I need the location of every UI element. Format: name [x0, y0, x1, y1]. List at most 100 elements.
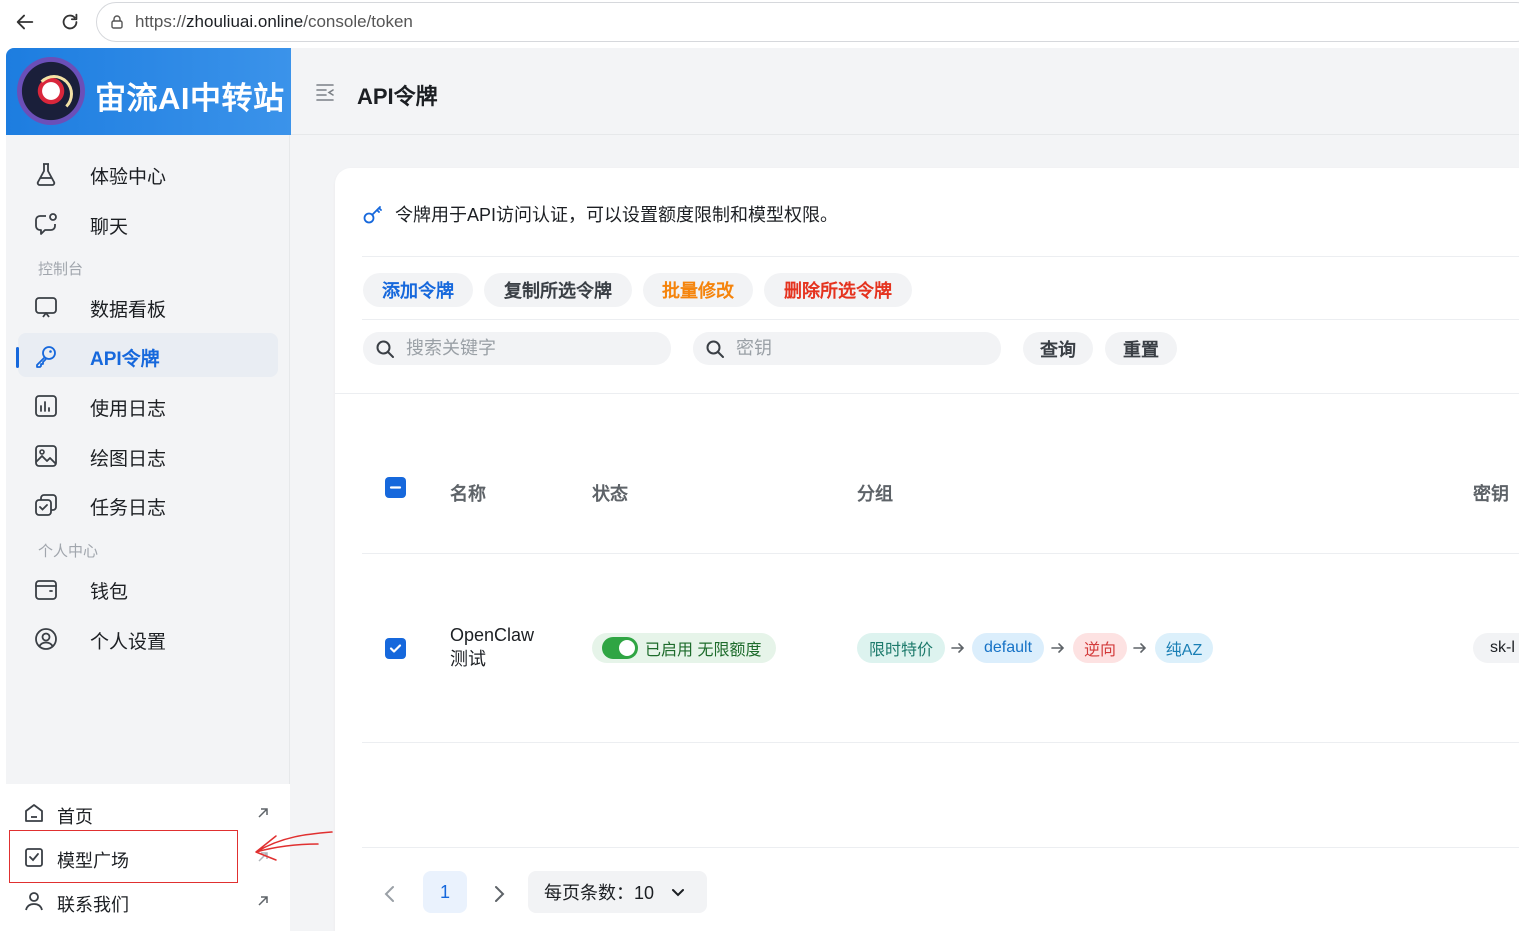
page-title: API令牌 — [357, 84, 438, 109]
annotation-highlight-box — [9, 830, 238, 883]
sidebar-item-label: 钱包 — [90, 582, 129, 603]
browser-toolbar: https://zhouliuai.online/console/token — [0, 0, 1519, 44]
group-tag: 纯AZ — [1155, 633, 1213, 663]
page-size-label: 每页条数：10 — [544, 883, 655, 903]
table-header-divider — [362, 553, 1519, 554]
sidebar-item-settings[interactable]: 个人设置 — [18, 616, 278, 660]
group-tag: 限时特价 — [857, 633, 945, 663]
external-link-icon — [258, 896, 268, 906]
enable-toggle[interactable] — [602, 637, 638, 659]
collapse-sidebar-icon[interactable] — [313, 80, 337, 104]
link-label: 首页 — [57, 807, 93, 827]
token-name: OpenClaw 测试 — [450, 623, 534, 671]
info-notice: 令牌用于API访问认证，可以设置额度限制和模型权限。 — [362, 201, 838, 227]
user-circle-icon — [35, 628, 57, 650]
column-header-status[interactable]: 状态 — [592, 480, 628, 506]
group-tag: 逆向 — [1073, 633, 1127, 663]
sidebar-item-drawing-log[interactable]: 绘图日志 — [18, 433, 278, 477]
section-label-personal: 个人中心 — [38, 543, 99, 560]
brand-name: 宙流AI中转站 — [95, 81, 285, 116]
sidebar-item-label: 聊天 — [90, 217, 129, 238]
chat-icon — [35, 213, 57, 235]
query-button[interactable]: 查询 — [1023, 332, 1093, 365]
token-card: 令牌用于API访问认证，可以设置额度限制和模型权限。 添加令牌 复制所选令牌 批… — [335, 168, 1519, 931]
task-icon — [35, 494, 57, 516]
url-scheme: https:// — [135, 12, 187, 31]
notice-text: 令牌用于API访问认证，可以设置额度限制和模型权限。 — [395, 205, 839, 225]
sidebar-item-label: 数据看板 — [90, 300, 167, 321]
user-icon — [25, 892, 43, 911]
add-token-button[interactable]: 添加令牌 — [363, 273, 473, 307]
chart-log-icon — [35, 395, 57, 417]
site-info-icon[interactable] — [109, 14, 125, 30]
brand-header[interactable]: 宙流AI中转站 — [6, 48, 291, 135]
batch-edit-button[interactable]: 批量修改 — [643, 273, 753, 307]
arrow-right-icon — [1051, 643, 1065, 653]
section-label-console: 控制台 — [38, 261, 84, 278]
sidebar-item-label: API令牌 — [90, 349, 160, 370]
reload-button[interactable] — [56, 8, 84, 36]
page-1-button[interactable]: 1 — [423, 871, 467, 913]
app-window: 宙流AI中转站 体验中心 聊天 控制台 数据看板 API令牌 使用日志 绘图日志 — [6, 48, 1519, 931]
row-divider — [362, 742, 1519, 743]
reload-icon — [62, 13, 78, 30]
status-badge: 已启用 无限额度 — [592, 633, 776, 663]
link-contact[interactable]: 联系我们 — [6, 881, 290, 921]
keyword-search-field[interactable] — [363, 332, 671, 365]
brand-logo — [17, 57, 85, 125]
copy-selected-button[interactable]: 复制所选令牌 — [484, 273, 632, 307]
status-text: 已启用 无限额度 — [645, 642, 762, 659]
sidebar-item-api-tokens[interactable]: API令牌 — [18, 333, 278, 377]
minus-icon — [389, 486, 402, 489]
column-header-name[interactable]: 名称 — [450, 480, 486, 506]
divider — [362, 256, 1519, 257]
delete-selected-button[interactable]: 删除所选令牌 — [764, 273, 912, 307]
address-bar[interactable]: https://zhouliuai.online/console/token — [96, 2, 1519, 42]
sidebar-item-label: 个人设置 — [90, 632, 167, 653]
key-icon — [363, 206, 382, 224]
annotation-arrow-icon — [255, 831, 333, 861]
external-link-icon — [258, 808, 268, 818]
next-page-icon[interactable] — [488, 883, 510, 905]
page-size-select[interactable]: 每页条数：10 — [528, 871, 707, 913]
wallet-icon — [35, 580, 57, 600]
active-indicator — [16, 347, 19, 368]
sidebar-item-label: 体验中心 — [90, 167, 167, 188]
select-all-checkbox[interactable] — [385, 477, 406, 498]
token-name-line: OpenClaw — [450, 625, 535, 645]
link-label: 联系我们 — [57, 895, 129, 915]
reset-button[interactable]: 重置 — [1105, 332, 1177, 365]
key-search-input[interactable] — [736, 338, 976, 359]
sidebar-item-dashboard[interactable]: 数据看板 — [18, 284, 278, 328]
url-host: zhouliuai.online — [186, 12, 304, 31]
monitor-icon — [35, 297, 57, 318]
sidebar-item-label: 绘图日志 — [90, 449, 167, 470]
keyword-search-input[interactable] — [406, 338, 646, 359]
divider — [335, 393, 1519, 394]
divider — [362, 847, 1519, 848]
arrow-right-icon — [951, 643, 965, 653]
key-search-field[interactable] — [693, 332, 1001, 365]
prev-page-icon[interactable] — [379, 883, 401, 905]
key-icon — [36, 346, 56, 368]
chevron-down-icon — [672, 889, 685, 897]
back-button[interactable] — [11, 8, 39, 36]
row-checkbox[interactable] — [385, 638, 406, 659]
sidebar-item-playground[interactable]: 体验中心 — [18, 151, 278, 195]
flask-icon — [36, 163, 56, 186]
arrow-right-icon — [1133, 643, 1147, 653]
column-header-group[interactable]: 分组 — [857, 480, 893, 506]
top-header: API令牌 — [291, 48, 1519, 135]
sidebar-item-chat[interactable]: 聊天 — [18, 201, 278, 245]
column-header-key[interactable]: 密钥 — [1473, 480, 1509, 506]
sidebar-item-wallet[interactable]: 钱包 — [18, 566, 278, 610]
sidebar-item-label: 使用日志 — [90, 399, 167, 420]
sidebar-item-usage-log[interactable]: 使用日志 — [18, 383, 278, 427]
group-tag: default — [972, 633, 1044, 663]
sidebar-item-task-log[interactable]: 任务日志 — [18, 482, 278, 526]
search-icon — [376, 340, 394, 358]
token-key-preview[interactable]: sk-l — [1473, 633, 1519, 663]
check-icon — [389, 644, 402, 653]
search-icon — [706, 340, 724, 358]
sidebar: 宙流AI中转站 体验中心 聊天 控制台 数据看板 API令牌 使用日志 绘图日志 — [6, 48, 333, 931]
